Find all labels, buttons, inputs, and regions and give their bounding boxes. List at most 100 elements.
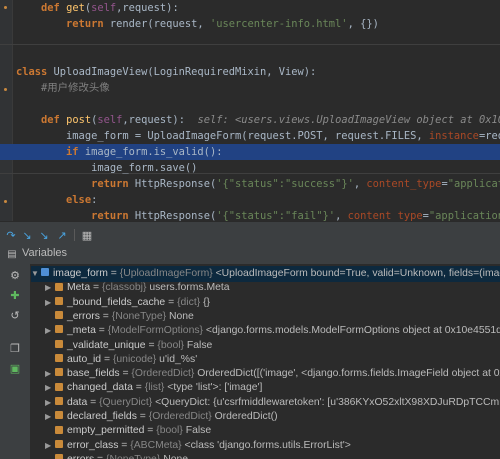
variable-row[interactable]: ▶ declared_fields = {OrderedDict} Ordered…	[31, 409, 500, 425]
code-token: instance	[428, 130, 479, 142]
code-line[interactable]	[0, 32, 500, 48]
variable-row[interactable]: _errors = {NoneType} None	[31, 309, 500, 325]
equals-sign: =	[99, 310, 112, 322]
variable-row[interactable]: ▶ base_fields = {OrderedDict} OrderedDict…	[31, 366, 500, 382]
code-line[interactable]: class UploadImageView(LoginRequiredMixin…	[0, 64, 500, 80]
variable-type: {ABCMeta}	[130, 439, 182, 451]
variable-row[interactable]: ▶ _bound_fields_cache = {dict} {}	[31, 295, 500, 311]
variable-row[interactable]: ▶ changed_data = {list} <type 'list'>: ['…	[31, 380, 500, 396]
variable-row[interactable]: empty_permitted = {bool} False	[31, 423, 500, 439]
code-token: image_form.save()	[16, 162, 198, 174]
variable-type: {dict}	[177, 296, 201, 308]
collapsed-arrow-icon[interactable]	[45, 309, 55, 325]
evaluate-expression-icon[interactable]: ▦	[80, 228, 94, 242]
code-token: ,	[353, 178, 367, 190]
variable-row[interactable]: errors = {NoneType} None	[31, 452, 500, 459]
field-icon	[55, 311, 63, 320]
code-line[interactable]: #用户修改头像	[0, 80, 500, 96]
equals-sign: =	[144, 425, 157, 437]
variable-name: error_class	[67, 439, 119, 451]
variable-type: {QueryDict}	[99, 396, 153, 408]
variable-row[interactable]: ▶ error_class = {ABCMeta} <class 'django.…	[31, 438, 500, 454]
code-line[interactable]: else:	[0, 192, 500, 208]
code-token: HttpResponse(	[134, 210, 217, 221]
code-line[interactable]: image_form.save()	[0, 160, 500, 176]
code-token: render(request,	[109, 18, 210, 30]
restore-icon[interactable]: ↺	[8, 308, 22, 322]
variable-type: {UploadImageForm}	[119, 268, 213, 279]
code-line[interactable]: def get(self,request):	[0, 0, 500, 16]
step-into-my-code-icon[interactable]: ↘	[37, 228, 51, 242]
variable-name: base_fields	[67, 368, 120, 380]
variables-side-toolbar: ⚙ ✚ ↺ ❐ ▣	[0, 264, 31, 459]
equals-sign: =	[90, 282, 102, 294]
code-token: content_type	[366, 178, 442, 190]
code-line[interactable]: return HttpResponse('{"status":"success"…	[0, 176, 500, 192]
step-out-icon[interactable]: ↗	[55, 228, 69, 242]
collapsed-arrow-icon[interactable]: ▶	[45, 380, 55, 396]
add-watch-icon[interactable]: ✚	[8, 288, 22, 302]
code-token: 'usercenter-info.html'	[209, 18, 348, 30]
variable-value: <QueryDict: {u'csrfmiddlewaretoken': [u'…	[155, 396, 500, 408]
variables-tree[interactable]: ▼ image_form = {UploadImageForm} <UploadI…	[31, 264, 500, 459]
expanded-arrow-icon[interactable]: ▼	[31, 266, 41, 282]
collapsed-arrow-icon[interactable]: ▶	[45, 395, 55, 411]
collapsed-arrow-icon[interactable]	[45, 423, 55, 439]
code-line[interactable]: def post(self,request): self: <users.vie…	[0, 112, 500, 128]
variable-value: OrderedDict()	[214, 411, 278, 422]
code-token: '{"status":"fail"}'	[216, 210, 336, 221]
variable-row[interactable]: ▶ _meta = {ModelFormOptions} <django.form…	[31, 323, 500, 339]
collapsed-arrow-icon[interactable]: ▶	[45, 438, 55, 454]
equals-sign: =	[94, 454, 106, 459]
variable-row[interactable]: _validate_unique = {bool} False	[31, 338, 500, 354]
field-icon	[55, 368, 63, 377]
code-line[interactable]: return render(request, 'usercenter-info.…	[0, 16, 500, 32]
step-into-icon[interactable]: ↘	[20, 228, 34, 242]
variable-row[interactable]: ▼ image_form = {UploadImageForm} <UploadI…	[31, 266, 500, 282]
variable-type: {OrderedDict}	[131, 368, 195, 380]
variable-row[interactable]: auto_id = {unicode} u'id_%s'	[31, 352, 500, 368]
variable-row[interactable]: ▶ data = {QueryDict} <QueryDict: {u'csrfm…	[31, 395, 500, 411]
collapsed-arrow-icon[interactable]: ▶	[45, 409, 55, 425]
step-over-icon[interactable]: ↷	[4, 228, 18, 242]
field-icon	[55, 339, 63, 348]
collapsed-arrow-icon[interactable]: ▶	[45, 323, 55, 339]
code-token: :	[91, 194, 98, 206]
field-icon	[55, 382, 63, 391]
code-token: content_type	[347, 210, 423, 221]
code-line[interactable]	[0, 96, 500, 112]
settings-icon[interactable]: ⚙	[8, 268, 22, 282]
variable-row[interactable]: ▶ Meta = {classobj} users.forms.Meta	[31, 280, 500, 296]
collapsed-arrow-icon[interactable]: ▶	[45, 295, 55, 311]
code-line[interactable]: return HttpResponse('{"status":"fail"}',…	[0, 208, 500, 221]
image-icon[interactable]: ▣	[8, 361, 22, 375]
code-line[interactable]: image_form = UploadImageForm(request.POS…	[0, 128, 500, 144]
variable-value: False	[186, 339, 213, 351]
collapsed-arrow-icon[interactable]: ▶	[45, 280, 55, 296]
code-token: return	[66, 18, 110, 30]
code-editor[interactable]: def get(self,request): return render(req…	[0, 0, 500, 221]
collapsed-arrow-icon[interactable]	[45, 352, 55, 368]
equals-sign: =	[107, 268, 120, 279]
variable-value: u'id_%s'	[159, 353, 198, 365]
collapsed-arrow-icon[interactable]: ▶	[45, 366, 55, 382]
debugger-toolbar: ↷ ↘ ↘ ↗ ▦	[0, 226, 500, 245]
copy-icon[interactable]: ❐	[8, 341, 22, 355]
field-icon	[55, 454, 63, 459]
code-line[interactable]: if image_form.is_valid():	[0, 144, 500, 160]
collapsed-arrow-icon[interactable]	[45, 338, 55, 354]
field-icon	[55, 325, 63, 334]
variable-name: _errors	[67, 310, 100, 322]
equals-sign: =	[101, 353, 113, 365]
code-line[interactable]	[0, 48, 500, 64]
field-icon	[55, 425, 63, 434]
variable-name: Meta	[67, 282, 91, 294]
field-icon	[55, 411, 63, 420]
code-token: post	[66, 114, 92, 126]
collapsed-arrow-icon[interactable]	[45, 452, 55, 459]
